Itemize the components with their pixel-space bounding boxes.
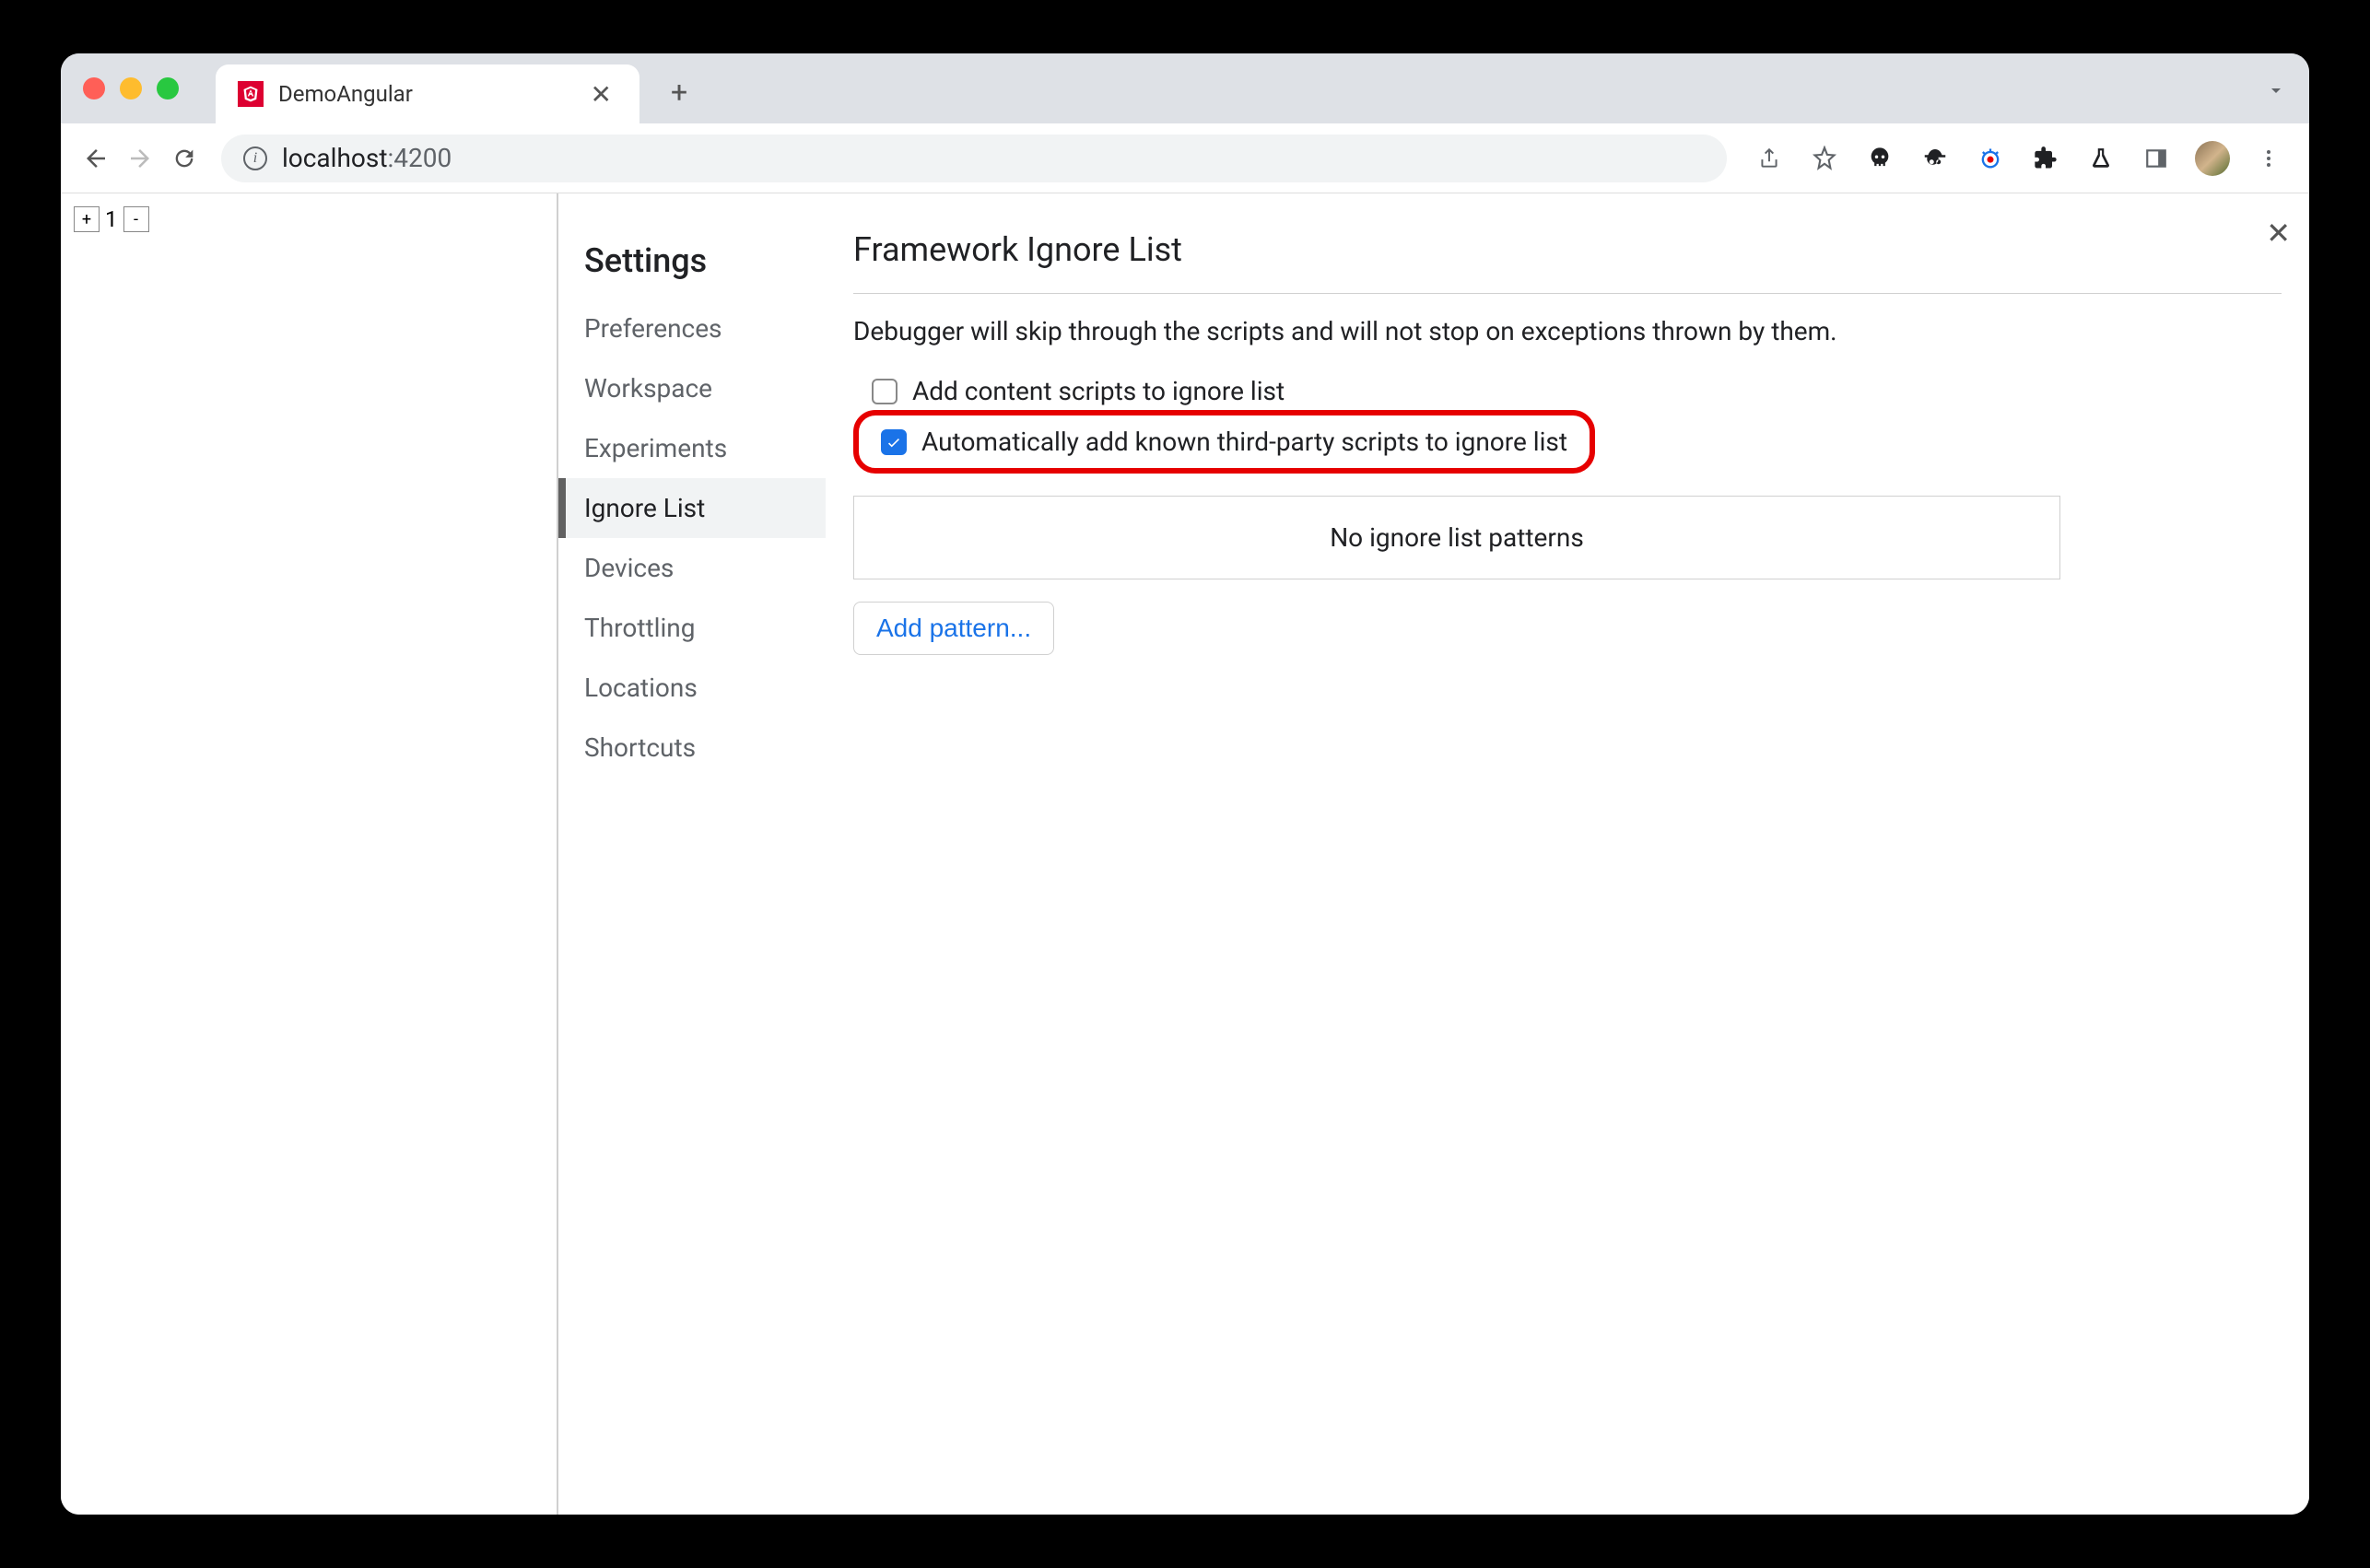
extensions-puzzle-icon[interactable] xyxy=(2029,142,2062,175)
counter-widget: + 1 - xyxy=(74,206,544,232)
checkbox-checked-icon[interactable] xyxy=(881,429,907,455)
back-button[interactable] xyxy=(79,142,112,175)
checkbox-third-party-scripts[interactable]: Automatically add known third-party scri… xyxy=(868,419,1580,464)
browser-tab[interactable]: DemoAngular ✕ xyxy=(216,64,639,123)
profile-avatar[interactable] xyxy=(2195,141,2230,176)
nav-preferences[interactable]: Preferences xyxy=(558,298,826,358)
panel-description: Debugger will skip through the scripts a… xyxy=(853,316,2282,346)
close-tab-button[interactable]: ✕ xyxy=(585,79,617,110)
counter-value: 1 xyxy=(100,206,123,232)
page-viewport: + 1 - xyxy=(61,193,558,1515)
close-window-button[interactable] xyxy=(83,77,105,99)
extension-ladybug-icon[interactable] xyxy=(1974,142,2007,175)
new-tab-button[interactable]: + xyxy=(662,75,697,110)
checkbox-label: Add content scripts to ignore list xyxy=(912,376,1285,406)
ignore-list-empty: No ignore list patterns xyxy=(853,496,2060,579)
settings-title: Settings xyxy=(558,230,826,298)
checkbox-content-scripts[interactable]: Add content scripts to ignore list xyxy=(859,369,2282,414)
decrement-button[interactable]: - xyxy=(123,206,149,232)
bookmark-icon[interactable] xyxy=(1808,142,1841,175)
increment-button[interactable]: + xyxy=(74,206,100,232)
nav-ignore-list[interactable]: Ignore List xyxy=(558,478,826,538)
forward-button[interactable] xyxy=(123,142,157,175)
browser-menu-icon[interactable] xyxy=(2252,142,2285,175)
nav-experiments[interactable]: Experiments xyxy=(558,418,826,478)
nav-shortcuts[interactable]: Shortcuts xyxy=(558,718,826,778)
address-bar: i localhost:4200 xyxy=(61,123,2309,193)
url-bar[interactable]: i localhost:4200 xyxy=(221,135,1727,182)
maximize-window-button[interactable] xyxy=(157,77,179,99)
reload-button[interactable] xyxy=(168,142,201,175)
tab-title: DemoAngular xyxy=(278,81,570,107)
checkbox-label: Automatically add known third-party scri… xyxy=(921,427,1567,457)
window-controls xyxy=(83,77,179,99)
close-settings-button[interactable]: ✕ xyxy=(2266,216,2291,251)
extension-incognito-icon[interactable] xyxy=(1918,142,1952,175)
site-info-icon[interactable]: i xyxy=(243,146,267,170)
share-icon[interactable] xyxy=(1753,142,1786,175)
devtools-settings: Settings Preferences Workspace Experimen… xyxy=(558,193,2309,1515)
nav-devices[interactable]: Devices xyxy=(558,538,826,598)
nav-throttling[interactable]: Throttling xyxy=(558,598,826,658)
add-pattern-button[interactable]: Add pattern... xyxy=(853,602,1054,655)
sidepanel-icon[interactable] xyxy=(2140,142,2173,175)
url-text: localhost:4200 xyxy=(282,143,452,173)
settings-panel: ✕ Framework Ignore List Debugger will sk… xyxy=(826,193,2309,1515)
settings-sidebar: Settings Preferences Workspace Experimen… xyxy=(558,193,826,1515)
content-area: + 1 - Settings Preferences Workspace Exp… xyxy=(61,193,2309,1515)
panel-title: Framework Ignore List xyxy=(853,230,2282,294)
nav-locations[interactable]: Locations xyxy=(558,658,826,718)
minimize-window-button[interactable] xyxy=(120,77,142,99)
angular-favicon-icon xyxy=(238,81,264,107)
nav-workspace[interactable]: Workspace xyxy=(558,358,826,418)
highlighted-setting: Automatically add known third-party scri… xyxy=(853,410,1595,474)
browser-window: DemoAngular ✕ + i localhost:4200 xyxy=(61,53,2309,1515)
extension-flask-icon[interactable] xyxy=(2084,142,2118,175)
tab-bar: DemoAngular ✕ + xyxy=(61,53,2309,123)
tab-overflow-button[interactable] xyxy=(2265,79,2287,101)
checkbox-icon[interactable] xyxy=(872,379,898,404)
extension-skull-icon[interactable] xyxy=(1863,142,1896,175)
